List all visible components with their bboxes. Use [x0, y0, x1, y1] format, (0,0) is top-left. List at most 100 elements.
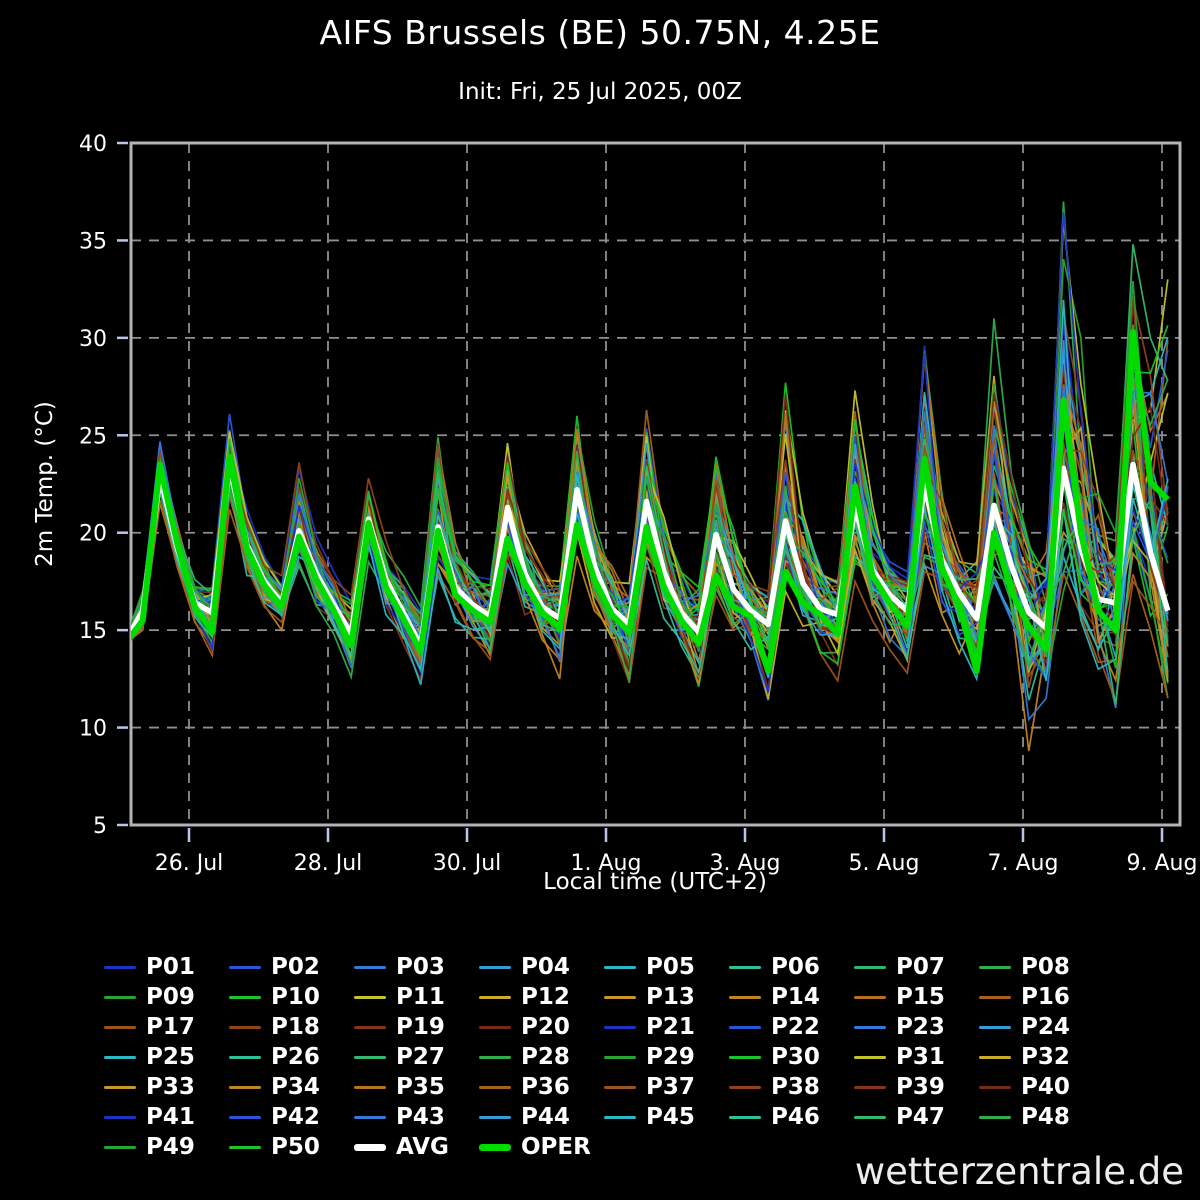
- legend-label-P18: P18: [271, 1013, 320, 1040]
- legend-swatch-P49: [104, 1145, 136, 1149]
- legend-label-P39: P39: [896, 1073, 945, 1100]
- legend-swatch-P04: [479, 965, 511, 969]
- legend-item-P49: P49: [104, 1132, 229, 1162]
- legend-item-P14: P14: [729, 982, 854, 1012]
- legend-swatch-P44: [479, 1115, 511, 1119]
- legend-swatch-P02: [229, 965, 261, 969]
- legend-swatch-P23: [854, 1025, 886, 1029]
- legend-swatch-P10: [229, 995, 261, 999]
- legend-label-P11: P11: [396, 983, 445, 1010]
- y-tick-label: 5: [93, 814, 107, 839]
- legend-item-P16: P16: [979, 982, 1104, 1012]
- legend-item-P34: P34: [229, 1072, 354, 1102]
- legend-item-P06: P06: [729, 952, 854, 982]
- legend-swatch-P39: [854, 1085, 886, 1089]
- legend-label-P02: P02: [271, 953, 320, 980]
- legend-item-P09: P09: [104, 982, 229, 1012]
- legend-label-P33: P33: [146, 1073, 195, 1100]
- legend-swatch-P50: [229, 1145, 261, 1149]
- legend-label-P10: P10: [271, 983, 320, 1010]
- legend: P01 P02 P03 P04 P05 P06 P07 P08 P09 P10 P11 P12 P13 P…: [104, 952, 1104, 1162]
- legend-label-P12: P12: [521, 983, 570, 1010]
- legend-item-P05: P05: [604, 952, 729, 982]
- legend-label-P05: P05: [646, 953, 695, 980]
- legend-item-P29: P29: [604, 1042, 729, 1072]
- legend-item-P24: P24: [979, 1012, 1104, 1042]
- x-tick-label: 28. Jul: [294, 851, 363, 876]
- y-tick-label: 25: [79, 424, 107, 449]
- legend-label-P49: P49: [146, 1133, 195, 1160]
- legend-swatch-P08: [979, 965, 1011, 969]
- legend-swatch-P03: [354, 965, 386, 969]
- legend-label-P16: P16: [1021, 983, 1070, 1010]
- legend-swatch-P24: [979, 1025, 1011, 1029]
- legend-label-P38: P38: [771, 1073, 820, 1100]
- legend-label-AVG: AVG: [396, 1133, 449, 1160]
- legend-label-P04: P04: [521, 953, 570, 980]
- x-tick-label: 5. Aug: [849, 851, 920, 876]
- legend-swatch-P46: [729, 1115, 761, 1119]
- legend-swatch-P15: [854, 995, 886, 999]
- legend-label-P23: P23: [896, 1013, 945, 1040]
- legend-swatch-P14: [729, 995, 761, 999]
- legend-swatch-P09: [104, 995, 136, 999]
- legend-swatch-P16: [979, 995, 1011, 999]
- legend-label-P01: P01: [146, 953, 195, 980]
- legend-item-P07: P07: [854, 952, 979, 982]
- legend-item-P28: P28: [479, 1042, 604, 1072]
- legend-label-P07: P07: [896, 953, 945, 980]
- legend-item-P46: P46: [729, 1102, 854, 1132]
- legend-item-P43: P43: [354, 1102, 479, 1132]
- legend-label-P34: P34: [271, 1073, 320, 1100]
- legend-item-P11: P11: [354, 982, 479, 1012]
- legend-swatch-P12: [479, 995, 511, 999]
- legend-swatch-P45: [604, 1115, 636, 1119]
- x-tick-label: 26. Jul: [155, 851, 224, 876]
- legend-item-P47: P47: [854, 1102, 979, 1132]
- legend-label-P19: P19: [396, 1013, 445, 1040]
- legend-item-P18: P18: [229, 1012, 354, 1042]
- legend-swatch-P13: [604, 995, 636, 999]
- legend-label-P08: P08: [1021, 953, 1070, 980]
- legend-label-P50: P50: [271, 1133, 320, 1160]
- y-tick-label: 40: [79, 132, 107, 157]
- legend-swatch-P40: [979, 1085, 1011, 1089]
- legend-item-P10: P10: [229, 982, 354, 1012]
- legend-swatch-P29: [604, 1055, 636, 1059]
- legend-item-P37: P37: [604, 1072, 729, 1102]
- legend-item-P17: P17: [104, 1012, 229, 1042]
- legend-label-P37: P37: [646, 1073, 695, 1100]
- legend-item-P25: P25: [104, 1042, 229, 1072]
- legend-swatch-P21: [604, 1025, 636, 1029]
- legend-label-P30: P30: [771, 1043, 820, 1070]
- legend-item-P22: P22: [729, 1012, 854, 1042]
- y-tick-label: 30: [79, 327, 107, 352]
- legend-item-P01: P01: [104, 952, 229, 982]
- legend-swatch-P18: [229, 1025, 261, 1029]
- legend-item-P48: P48: [979, 1102, 1104, 1132]
- legend-label-P45: P45: [646, 1103, 695, 1130]
- legend-swatch-P36: [479, 1085, 511, 1089]
- legend-label-P28: P28: [521, 1043, 570, 1070]
- x-tick-label: 9. Aug: [1127, 851, 1198, 876]
- weather-ensemble-chart-page: AIFS Brussels (BE) 50.75N, 4.25E Init: F…: [0, 0, 1200, 1200]
- legend-label-P25: P25: [146, 1043, 195, 1070]
- legend-item-P32: P32: [979, 1042, 1104, 1072]
- legend-label-P40: P40: [1021, 1073, 1070, 1100]
- legend-label-P47: P47: [896, 1103, 945, 1130]
- legend-swatch-P32: [979, 1055, 1011, 1059]
- legend-swatch-P42: [229, 1115, 261, 1119]
- legend-swatch-P33: [104, 1085, 136, 1089]
- legend-swatch-P43: [354, 1115, 386, 1119]
- legend-label-P17: P17: [146, 1013, 195, 1040]
- legend-swatch-P28: [479, 1055, 511, 1059]
- legend-swatch-P26: [229, 1055, 261, 1059]
- legend-item-P30: P30: [729, 1042, 854, 1072]
- legend-swatch-P27: [354, 1055, 386, 1059]
- legend-label-P44: P44: [521, 1103, 570, 1130]
- legend-swatch-OPER: [479, 1143, 511, 1151]
- legend-item-P50: P50: [229, 1132, 354, 1162]
- legend-swatch-P07: [854, 965, 886, 969]
- legend-item-P42: P42: [229, 1102, 354, 1132]
- legend-label-P22: P22: [771, 1013, 820, 1040]
